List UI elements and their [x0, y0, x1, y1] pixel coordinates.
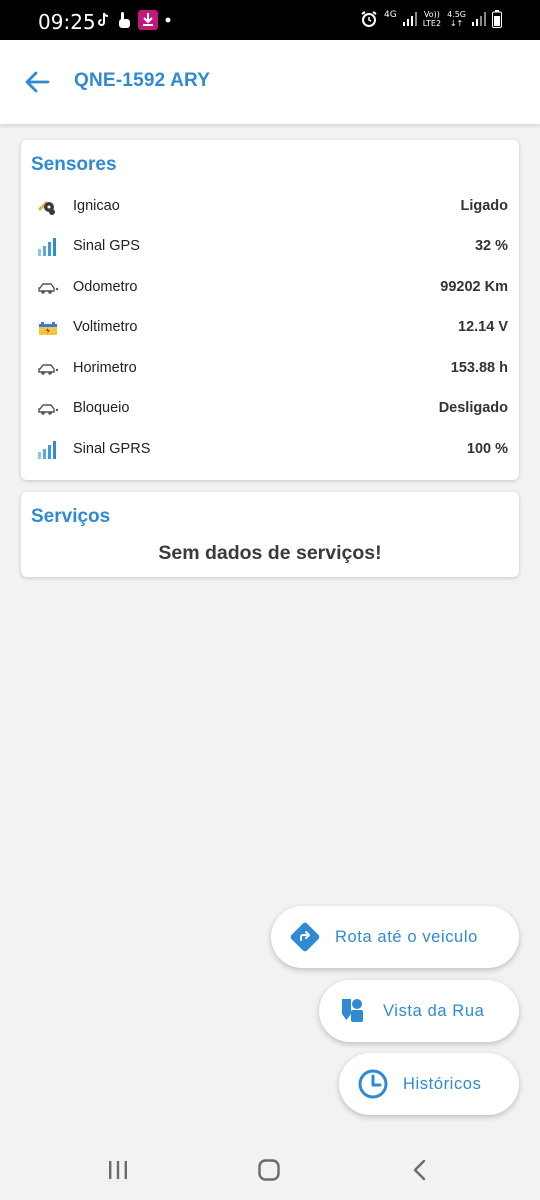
download-app-icon: [138, 10, 158, 30]
status-system-icons: 4G Vo)) LTE2 4.5G ↓↑: [360, 10, 502, 28]
app-bar: QNE-1592 ARY: [0, 40, 540, 124]
cell-signal-icon: [402, 12, 417, 26]
system-navigation-bar: [0, 1138, 540, 1200]
sensor-label: Ignicao: [73, 198, 120, 214]
sensors-card: Sensores Ignicao Ligado Sinal GPS 32 % O…: [21, 140, 519, 480]
car-hour-meter-icon: [37, 358, 59, 380]
signal-bars-icon: [37, 439, 59, 461]
data-indicator: 4.5G ↓↑: [447, 10, 466, 28]
sensor-value: 153.88 h: [450, 360, 508, 376]
sensor-row-bloqueio: Bloqueio Desligado: [21, 390, 519, 430]
route-to-vehicle-label: Rota até o veiculo: [335, 928, 478, 946]
recent-apps-icon: [109, 1161, 127, 1179]
street-view-button[interactable]: Vista da Rua: [319, 980, 519, 1042]
sensor-label: Bloqueio: [73, 400, 130, 416]
alarm-icon: [361, 11, 377, 27]
system-back-button[interactable]: [405, 1156, 435, 1184]
arrow-left-icon: [25, 71, 50, 93]
directions-icon: [290, 922, 320, 952]
home-button[interactable]: [254, 1156, 284, 1184]
sensor-label: Odometro: [73, 279, 138, 295]
sensor-label: Voltimetro: [73, 319, 138, 335]
sensor-label: Sinal GPS: [73, 238, 140, 254]
sensor-value: 12.14 V: [458, 319, 508, 335]
battery-status-icon: [492, 10, 502, 28]
battery-icon: [37, 317, 59, 339]
car-odometer-icon: [37, 277, 59, 299]
services-empty-message: Sem dados de serviços!: [158, 542, 382, 564]
sensor-row-odometro: Odometro 99202 Km: [21, 269, 519, 309]
cell-signal-icon-2: [472, 12, 486, 26]
sensor-row-horimetro: Horimetro 153.88 h: [21, 350, 519, 390]
sensor-row-ignicao: Ignicao Ligado: [21, 188, 519, 228]
sensor-value: 32 %: [474, 238, 508, 254]
notification-dot-icon: [165, 17, 171, 23]
street-view-label: Vista da Rua: [383, 1002, 485, 1020]
vehicle-plate-title: QNE-1592 ARY: [74, 70, 211, 91]
history-label: Históricos: [403, 1075, 482, 1093]
sensor-label: Sinal GPRS: [73, 441, 151, 457]
sensor-label: Horimetro: [73, 360, 137, 376]
back-button[interactable]: [22, 68, 52, 96]
network-type-label: 4G: [383, 10, 397, 20]
services-card: Serviços Sem dados de serviços!: [21, 492, 519, 577]
street-view-icon: [342, 999, 363, 1022]
tiktok-icon: [98, 12, 109, 26]
volte-indicator: Vo)) LTE2: [422, 10, 442, 28]
sensor-row-voltimetro: Voltimetro 12.14 V: [21, 309, 519, 349]
chevron-left-icon: [413, 1159, 426, 1181]
history-button[interactable]: Históricos: [339, 1053, 519, 1115]
status-time: 09:25: [38, 10, 96, 34]
sensor-row-sinal-gps: Sinal GPS 32 %: [21, 228, 519, 268]
route-to-vehicle-button[interactable]: Rota até o veiculo: [271, 906, 519, 968]
sensor-value: Desligado: [438, 400, 508, 416]
touch-hand-icon: [119, 12, 130, 28]
status-notification-icons: [96, 10, 172, 30]
sensors-title: Sensores: [31, 154, 117, 175]
recent-apps-button[interactable]: [103, 1156, 133, 1184]
car-lock-icon: [37, 398, 59, 420]
status-bar: 09:25 4G Vo)) LTE2 4.5G ↓↑: [0, 0, 540, 40]
home-icon: [258, 1159, 280, 1181]
sensor-value: Ligado: [460, 198, 508, 214]
sensor-value: 99202 Km: [440, 279, 508, 295]
clock-icon: [358, 1069, 388, 1099]
sensor-row-sinal-gprs: Sinal GPRS 100 %: [21, 431, 519, 471]
ignition-key-icon: [37, 196, 59, 218]
signal-bars-icon: [37, 236, 59, 258]
services-title: Serviços: [31, 506, 111, 527]
sensor-value: 100 %: [466, 441, 508, 457]
